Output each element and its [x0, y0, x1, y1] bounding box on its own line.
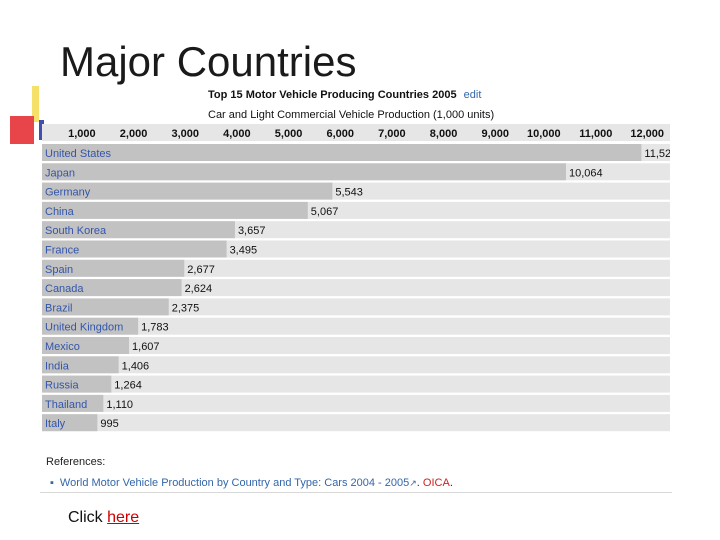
- category-label: Japan: [45, 167, 75, 179]
- edit-link[interactable]: edit: [464, 89, 482, 101]
- tick-label: 9,000: [481, 128, 509, 140]
- tick-label: 11,000: [579, 128, 612, 140]
- value-label: 1,607: [132, 341, 160, 353]
- decor-red-block: [10, 116, 34, 144]
- references-label: References:: [46, 456, 106, 468]
- tick-label: 4,000: [223, 128, 251, 140]
- category-label: United Kingdom: [45, 322, 123, 334]
- tick-label: 10,000: [527, 128, 561, 140]
- slide-title: Major Countries: [60, 38, 357, 85]
- reference-end: .: [449, 477, 453, 489]
- reference-item: ▪ World Motor Vehicle Production by Count…: [50, 477, 453, 489]
- click-text: Click: [68, 509, 103, 526]
- chart-subtitle: Car and Light Commercial Vehicle Product…: [208, 109, 495, 121]
- tick-label: 1,000: [68, 128, 96, 140]
- row-background: [42, 394, 670, 412]
- click-line: Click here: [68, 509, 139, 527]
- tick-label: 5,000: [275, 128, 303, 140]
- bar-chart: 1,000 2,000 3,000 4,000 5,000 6,000 7,000 8,000…: [42, 124, 670, 432]
- value-label: 1,783: [141, 322, 169, 334]
- category-label: India: [45, 360, 70, 372]
- bar: [42, 163, 566, 181]
- category-label: France: [45, 245, 79, 257]
- category-label: Thailand: [45, 399, 87, 411]
- tick-label: 2,000: [120, 128, 148, 140]
- category-label: United States: [45, 148, 112, 160]
- value-label: 1,264: [114, 380, 142, 392]
- value-label: 1,406: [122, 360, 150, 372]
- category-label: Russia: [45, 380, 80, 392]
- category-label: Mexico: [45, 341, 80, 353]
- category-label: China: [45, 206, 75, 218]
- category-label: Canada: [45, 283, 84, 295]
- category-label: Italy: [45, 418, 66, 430]
- value-label: 995: [100, 418, 118, 430]
- category-label: Spain: [45, 264, 73, 276]
- bar: [42, 201, 308, 219]
- tick-label: 12,000: [630, 128, 664, 140]
- tick-label: 3,000: [171, 128, 199, 140]
- tick-label: 8,000: [430, 128, 458, 140]
- reference-source-link[interactable]: OICA: [423, 477, 450, 489]
- value-label: 10,064: [569, 167, 603, 179]
- category-label: Germany: [45, 187, 91, 199]
- bullet-icon: ▪: [50, 477, 54, 489]
- external-link-icon: ↗: [409, 478, 417, 488]
- value-label: 2,375: [172, 302, 200, 314]
- here-link[interactable]: here: [107, 509, 139, 526]
- chart-title-text: Top 15 Motor Vehicle Producing Countries…: [208, 89, 457, 101]
- value-label: 5,543: [335, 187, 363, 199]
- bar: [42, 144, 642, 161]
- chart-title: Top 15 Motor Vehicle Producing Countries…: [208, 89, 481, 101]
- tick-label: 7,000: [378, 128, 406, 140]
- value-label: 1,110: [106, 399, 133, 411]
- reference-link[interactable]: World Motor Vehicle Production by Countr…: [60, 477, 409, 489]
- tick-label: 6,000: [326, 128, 354, 140]
- category-label: South Korea: [45, 225, 107, 237]
- value-label: 2,624: [185, 283, 213, 295]
- category-label: Brazil: [45, 302, 73, 314]
- divider: [40, 492, 672, 493]
- value-label: 3,495: [230, 245, 258, 257]
- row-background: [42, 414, 670, 432]
- value-label: 2,677: [187, 264, 215, 276]
- value-label: 11,524: [644, 148, 670, 160]
- value-label: 3,657: [238, 225, 266, 237]
- reference-separator: .: [416, 477, 420, 489]
- value-label: 5,067: [311, 206, 339, 218]
